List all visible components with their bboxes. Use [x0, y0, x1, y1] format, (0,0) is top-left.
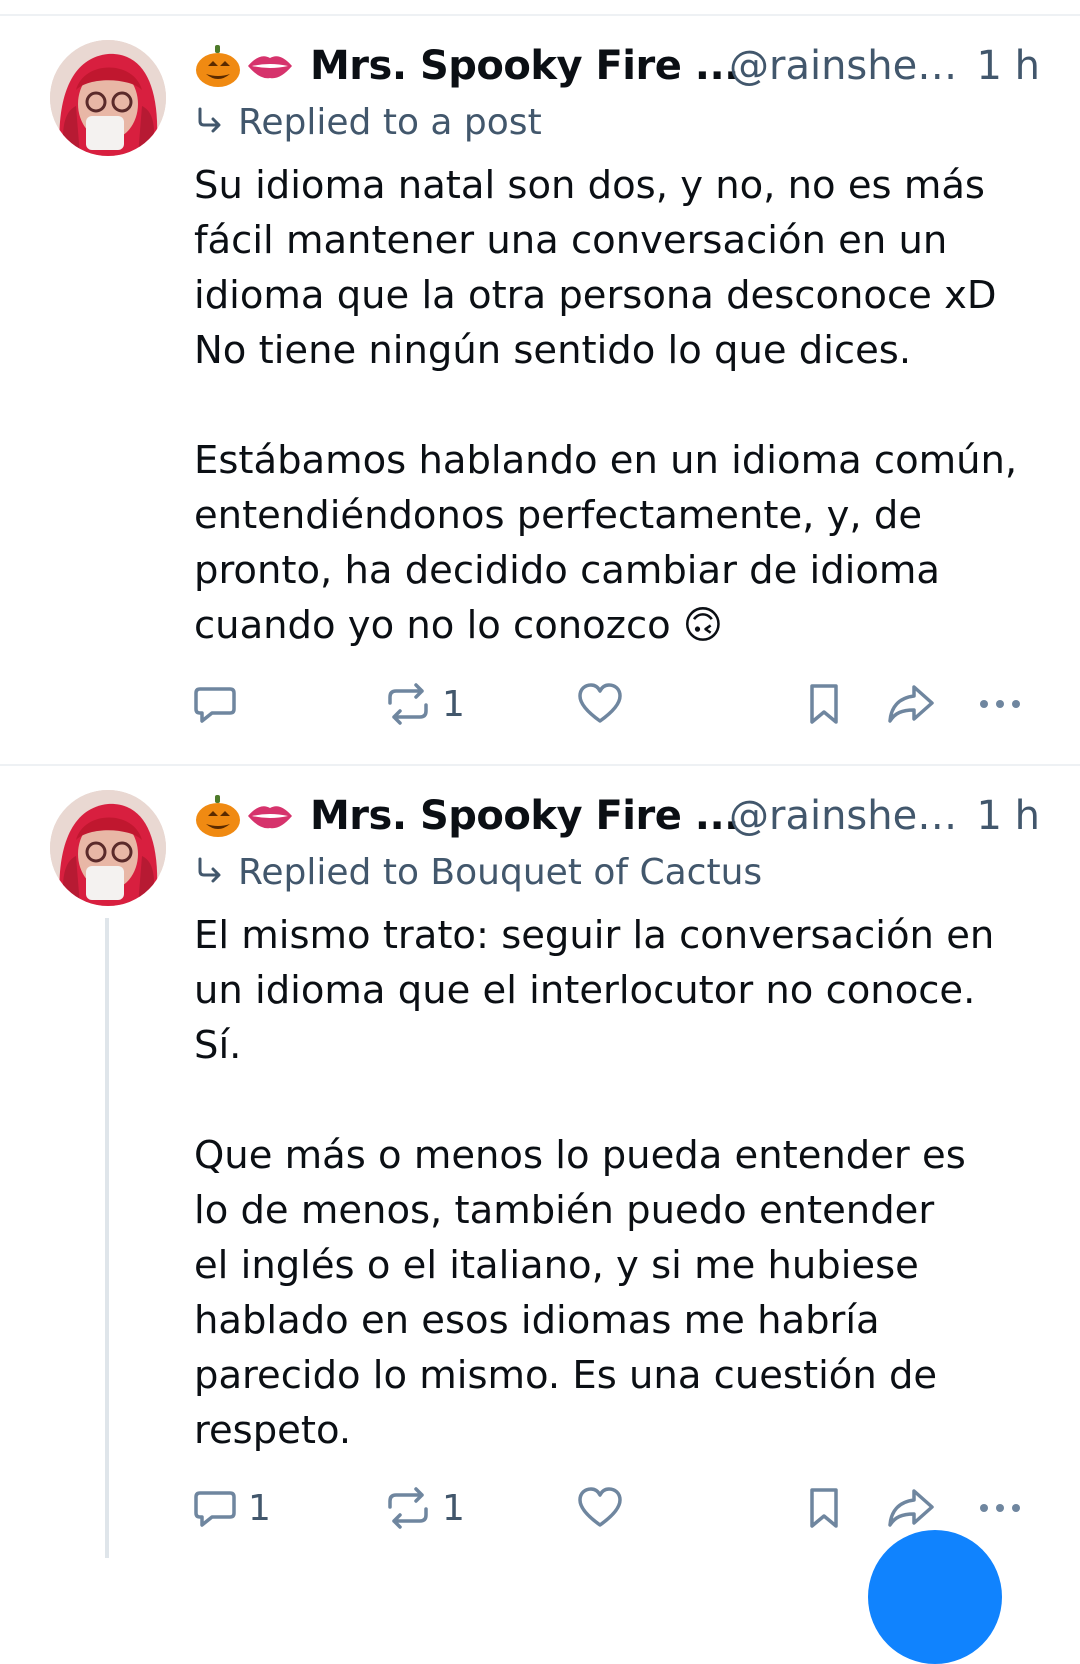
- avatar[interactable]: [50, 40, 166, 156]
- avatar[interactable]: [50, 790, 166, 906]
- repost-count: 1: [442, 1487, 465, 1529]
- repost-button[interactable]: 1: [384, 1478, 465, 1538]
- reply-button[interactable]: 1: [192, 1478, 271, 1538]
- pumpkin-icon: [194, 44, 242, 88]
- reply-icon: [194, 687, 236, 723]
- repost-count: 1: [442, 683, 465, 725]
- bookmark-button[interactable]: [806, 1478, 842, 1538]
- reply-arrow-icon: [198, 107, 221, 133]
- repost-icon: [388, 1487, 428, 1529]
- like-button[interactable]: [576, 674, 624, 734]
- compose-button[interactable]: [868, 1530, 1002, 1664]
- more-icon: [980, 700, 1020, 708]
- share-icon: [888, 1489, 934, 1527]
- share-icon: [888, 685, 934, 723]
- reply-context[interactable]: Replied to Bouquet of Cactus: [194, 848, 762, 898]
- reply-arrow-icon: [198, 857, 221, 883]
- author-name[interactable]: Mrs. Spooky Fire ...: [310, 38, 739, 94]
- reply-button[interactable]: [192, 674, 248, 734]
- thread-line: [105, 918, 109, 1558]
- more-options-button[interactable]: [976, 1478, 1024, 1538]
- pumpkin-icon: [194, 794, 242, 838]
- post-actions: 1: [0, 674, 1080, 734]
- reply-count: 1: [248, 1487, 271, 1529]
- post-text-paragraph-2: Que más o menos lo pueda entender es lo …: [194, 1133, 966, 1453]
- top-divider: [0, 14, 1080, 16]
- reply-icon: [194, 1491, 236, 1527]
- repost-icon: [388, 683, 428, 725]
- reply-context-label: Replied to Bouquet of Cactus: [238, 852, 763, 893]
- more-icon: [980, 1504, 1020, 1512]
- post-divider: [0, 764, 1080, 766]
- more-options-button[interactable]: [976, 674, 1024, 734]
- bookmark-button[interactable]: [806, 674, 842, 734]
- like-icon: [578, 1487, 622, 1527]
- post-header: Mrs. Spooky Fire ... @rainshep... 1 h: [194, 38, 1040, 94]
- post-time[interactable]: 1 h: [976, 38, 1040, 94]
- post-time[interactable]: 1 h: [976, 788, 1040, 844]
- post-text-paragraph-1: Su idioma natal son dos, y no, no es más…: [194, 163, 997, 373]
- repost-button[interactable]: 1: [384, 674, 465, 734]
- post-actions: 1 1: [0, 1478, 1080, 1538]
- share-button[interactable]: [886, 1478, 936, 1538]
- post-text-paragraph-2: Estábamos hablando en un idioma común, e…: [194, 438, 1018, 648]
- reply-context[interactable]: Replied to a post: [194, 98, 542, 148]
- reply-context-label: Replied to a post: [238, 102, 542, 143]
- lips-icon: [246, 44, 294, 88]
- like-button[interactable]: [576, 1478, 624, 1538]
- bookmark-icon: [810, 684, 838, 724]
- post-text-paragraph-1: El mismo trato: seguir la conversación e…: [194, 913, 995, 1068]
- author-handle[interactable]: @rainshep...: [729, 788, 979, 844]
- lips-icon: [246, 794, 294, 838]
- like-icon: [578, 683, 622, 723]
- bookmark-icon: [810, 1488, 838, 1528]
- post-header: Mrs. Spooky Fire ... @rainshep... 1 h: [194, 788, 1040, 844]
- share-button[interactable]: [886, 674, 936, 734]
- author-name[interactable]: Mrs. Spooky Fire ...: [310, 788, 739, 844]
- author-handle[interactable]: @rainshep...: [729, 38, 979, 94]
